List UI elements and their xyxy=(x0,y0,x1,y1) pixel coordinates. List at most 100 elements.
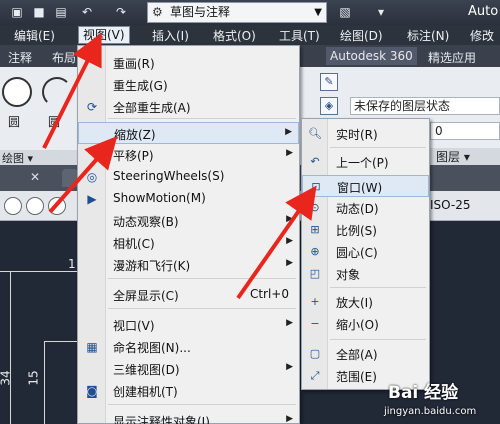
submenu-item[interactable]: ⊞ 比例(S) xyxy=(302,219,429,241)
menu-draw[interactable]: 绘图(D) xyxy=(340,27,383,44)
menu-item[interactable]: ◙ 创建相机(T) xyxy=(78,380,299,402)
menu-item-label: SteeringWheels(S) xyxy=(113,169,225,183)
camera-icon: ◙ xyxy=(86,384,98,398)
submenu-arrow-icon: ▶ xyxy=(286,362,293,372)
tab-annotate[interactable]: 注释 xyxy=(8,49,32,66)
menu-edit[interactable]: 编辑(E) xyxy=(14,27,55,44)
submenu-item-label: 全部(A) xyxy=(336,348,378,362)
named-view-icon: ▦ xyxy=(86,340,98,354)
draw-panel-footer[interactable]: 绘图 ▾ xyxy=(0,150,80,165)
close-icon[interactable]: ✕ xyxy=(30,170,40,184)
chevron-down-icon: ▼ xyxy=(314,7,322,18)
submenu-item[interactable]: ▢ 全部(A) xyxy=(302,343,429,365)
menu-item-label: 视口(V) xyxy=(113,319,155,333)
circle-tool-icon[interactable] xyxy=(2,77,32,107)
zoom-in-icon: + xyxy=(310,295,320,308)
zoom-object-icon: ◰ xyxy=(309,267,321,280)
submenu-item-label: 动态(D) xyxy=(336,202,379,216)
layer-panel-footer[interactable]: 图层 ▾ xyxy=(430,148,500,165)
baidu-watermark: Bai 经验 jingyan.baidu.com xyxy=(380,378,500,424)
submenu-item-label: 圆心(C) xyxy=(336,246,378,260)
submenu-item[interactable]: ⊙ 动态(D) xyxy=(302,197,429,219)
menu-item[interactable]: 缩放(Z) ▶ xyxy=(78,122,299,144)
drawing-line xyxy=(44,341,78,342)
menu-item[interactable]: 平移(P) ▶ xyxy=(78,144,299,166)
menu-item-label: 显示注释性对象(I) xyxy=(113,415,210,424)
menu-item[interactable]: 重画(R) xyxy=(78,52,299,74)
menu-item[interactable]: ◎ SteeringWheels(S) xyxy=(78,166,299,188)
menu-item[interactable]: ⟳ 全部重生成(A) xyxy=(78,96,299,118)
qat-dropdown-icon[interactable]: ▾ xyxy=(372,3,390,22)
menu-item[interactable]: 视口(V) ▶ xyxy=(78,314,299,336)
match-layer-icon[interactable]: ✎ xyxy=(320,73,338,91)
menu-item-label: 全部重生成(A) xyxy=(113,101,191,115)
watermark-url: jingyan.baidu.com xyxy=(384,406,477,417)
submenu-arrow-icon: ▶ xyxy=(286,148,293,158)
menu-insert[interactable]: 插入(I) xyxy=(152,27,189,44)
undo-icon[interactable]: ↶ xyxy=(78,3,96,22)
menu-tools[interactable]: 工具(T) xyxy=(279,27,320,44)
menu-item[interactable]: 三维视图(D) ▶ xyxy=(78,358,299,380)
dimstyle-combo[interactable]: ISO-25 xyxy=(430,198,471,212)
diameter-tool-icon[interactable] xyxy=(48,197,66,215)
tab-autodesk360[interactable]: Autodesk 360 xyxy=(326,47,417,65)
submenu-arrow-icon: ▶ xyxy=(286,236,293,246)
arc-tool-icon[interactable] xyxy=(42,77,72,107)
submenu-item[interactable]: − 缩小(O) xyxy=(302,313,429,335)
submenu-arrow-icon: ▶ xyxy=(286,414,293,424)
submenu-arrow-icon: ▶ xyxy=(285,127,292,137)
menu-dimension[interactable]: 标注(N) xyxy=(407,27,449,44)
submenu-item[interactable]: ⊡ 窗口(W) xyxy=(302,175,429,197)
zoom-submenu: 🔍︎ 实时(R) ↶ 上一个(P) ⊡ 窗口(W) ⊙ 动态(D) ⊞ 比例(S) ⊕ 圆心(C) ◰ 对… xyxy=(301,118,430,390)
submenu-item[interactable]: ↶ 上一个(P) xyxy=(302,151,429,173)
folder-open-icon[interactable]: ▣ xyxy=(8,3,26,22)
menu-item[interactable]: 动态观察(B) ▶ xyxy=(78,210,299,232)
menu-separator xyxy=(108,118,296,119)
dimension-tool-icon[interactable] xyxy=(4,197,22,215)
menu-item[interactable]: ▶ ShowMotion(M) xyxy=(78,188,299,210)
submenu-item[interactable]: + 放大(I) xyxy=(302,291,429,313)
menu-view[interactable]: 视图(V) xyxy=(78,26,130,44)
dimension-text: 1 xyxy=(68,257,76,271)
menu-item[interactable]: 显示注释性对象(I) ▶ xyxy=(78,410,299,424)
submenu-item-label: 对象 xyxy=(336,268,361,282)
zoom-scale-icon: ⊞ xyxy=(310,223,320,236)
submenu-item[interactable]: ⊕ 圆心(C) xyxy=(302,241,429,263)
menu-item[interactable]: ▦ 命名视图(N)... xyxy=(78,336,299,358)
menu-format[interactable]: 格式(O) xyxy=(213,27,256,44)
redo-icon[interactable]: ↷ xyxy=(112,3,130,22)
print-icon[interactable]: ▤ xyxy=(52,3,70,22)
zoom-center-icon: ⊕ xyxy=(310,245,320,258)
zoom-out-icon: − xyxy=(310,317,320,330)
layer-tools-icon[interactable]: ◈ xyxy=(320,97,338,115)
menu-item[interactable]: 重生成(G) xyxy=(78,74,299,96)
layer-state-combo[interactable]: 未保存的图层状态 xyxy=(350,97,500,115)
save-icon[interactable]: ■ xyxy=(30,3,48,22)
app-title: Auto xyxy=(468,4,499,19)
menu-item[interactable]: 漫游和飞行(K) ▶ xyxy=(78,254,299,276)
submenu-item-label: 窗口(W) xyxy=(337,181,383,195)
submenu-item[interactable]: 🔍︎ 实时(R) xyxy=(302,123,429,145)
radius-tool-icon[interactable] xyxy=(26,197,44,215)
menu-item[interactable]: 全屏显示(C) Ctrl+0 xyxy=(78,284,299,306)
tab-featured-apps[interactable]: 精选应用 xyxy=(428,49,476,66)
menu-item[interactable]: 相机(C) ▶ xyxy=(78,232,299,254)
menu-item-label: 全屏显示(C) xyxy=(113,289,179,303)
submenu-item[interactable]: ◰ 对象 xyxy=(302,263,429,285)
circle-tool-label: 圆 xyxy=(8,115,21,129)
submenu-arrow-icon: ▶ xyxy=(286,258,293,268)
tab-layout[interactable]: 布局 xyxy=(52,49,76,66)
autocad-window: ▣ ■ ▤ ↶ ↷ ⚙ 草图与注释 ▼ ▧ ▾ Auto 编辑(E) 视图(V)… xyxy=(0,0,500,424)
layer-icon[interactable]: ▧ xyxy=(336,3,354,22)
submenu-item-label: 上一个(P) xyxy=(336,156,389,170)
menu-separator xyxy=(108,278,296,279)
layer-combo[interactable]: 0 xyxy=(430,122,500,140)
workspace-label: 草图与注释 xyxy=(170,5,231,19)
menu-modify[interactable]: 修改 xyxy=(470,27,494,44)
workspace-combo[interactable]: ⚙ 草图与注释 ▼ xyxy=(147,2,327,23)
menu-item-label: 三维视图(D) xyxy=(113,363,180,377)
submenu-item-label: 比例(S) xyxy=(336,224,377,238)
submenu-item-label: 范围(E) xyxy=(336,370,377,384)
menu-separator xyxy=(108,404,296,405)
file-tab[interactable] xyxy=(62,169,78,187)
